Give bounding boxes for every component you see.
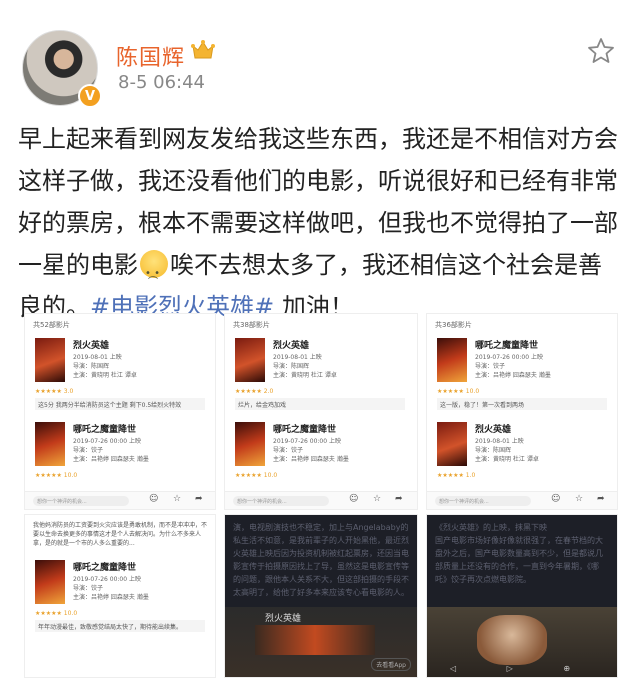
- movie-director: 导演：饺子: [73, 585, 104, 592]
- comment-input[interactable]: 想你一个神评的机会...: [233, 496, 329, 506]
- article-text: 国产电影市场好像好像就很强了，在春节档的大盘外之后，国产电影数量高到不少，但是都…: [435, 536, 603, 584]
- film-count: 共52部影片: [33, 321, 70, 329]
- comment-icon[interactable]: ☺: [551, 494, 560, 504]
- movie-date: 2019-07-26 00:00 上映: [475, 354, 543, 361]
- username[interactable]: 陈国辉: [116, 40, 185, 72]
- movie-poster: [35, 422, 65, 466]
- open-app-button[interactable]: 去看看App: [371, 658, 411, 671]
- movie-date: 2019-07-26 00:00 上映: [73, 576, 141, 583]
- movie-cast: 主演：吕艳婷 囧森瑟夫 瀚墨: [475, 372, 551, 379]
- sad-emoji-icon: [140, 250, 168, 304]
- movie-cast: 主演：黄晓明 杜江 谭卓: [273, 372, 337, 379]
- movie-date: 2019-08-01 上映: [273, 354, 322, 361]
- image-grid: 共52部影片 烈火英雄 2019-08-01 上映 导演：陈国辉 主演：黄晓明 …: [24, 313, 618, 678]
- article-top-text: 《烈火英雄》的上映，抹黑下映: [435, 523, 547, 532]
- screenshot-5[interactable]: 演，电视剧演技也不稳定，加上与Angelababy的私生活不如意，是我前辈子的人…: [224, 514, 418, 678]
- movie-review: 这5分 我两分半给消防员这个主题 剩下0.5给烈火特效: [35, 398, 205, 410]
- movie-item: 烈火英雄 2019-08-01 上映 导演：陈国辉 主演：黄晓明 杜江 谭卓 ★…: [25, 332, 215, 416]
- film-count: 共36部影片: [435, 321, 472, 329]
- comment-bar: 想你一个神评的机会... ☺ ☆ ➦: [427, 491, 617, 509]
- comment-input[interactable]: 想你一个神评的机会...: [435, 496, 531, 506]
- post-body: 早上起来看到网友发给我这些东西，我还是不相信对方会这样子做，我还没看他们的电影，…: [18, 118, 624, 328]
- movie-director: 导演：饺子: [73, 447, 104, 454]
- movie-item: 哪吒之魔童降世 2019-07-26 00:00 上映 导演：饺子 主演：吕艳婷…: [25, 416, 215, 500]
- movie-cast: 主演：黄晓明 杜江 谭卓: [475, 456, 539, 463]
- movie-director: 导演：饺子: [475, 363, 506, 370]
- movie-rating: ★★★★★ 10.0: [35, 610, 78, 617]
- movie-title: 烈火英雄: [273, 341, 310, 351]
- movie-title: 哪吒之魔童降世: [73, 563, 137, 573]
- movie-director: 导演：饺子: [273, 447, 304, 454]
- movie-rating: ★★★★★ 10.0: [437, 388, 480, 395]
- movie-rating: ★★★★★ 3.0: [35, 388, 74, 395]
- movie-date: 2019-08-01 上映: [475, 438, 524, 445]
- movie-director: 导演：陈国辉: [273, 363, 310, 370]
- movie-item: 烈火英雄 2019-08-01 上映 导演：陈国辉 主演：黄晓明 杜江 谭卓 ★…: [427, 416, 617, 500]
- movie-poster: [235, 338, 265, 382]
- screenshot-2[interactable]: 共38部影片 烈火英雄 2019-08-01 上映 导演：陈国辉 主演：黄晓明 …: [224, 313, 418, 510]
- screenshot-3[interactable]: 共36部影片 哪吒之魔童降世 2019-07-26 00:00 上映 导演：饺子…: [426, 313, 618, 510]
- article-text: 演，电视剧演技也不稳定，加上与Angelababy的私生活不如意，是我前辈子的人…: [233, 523, 409, 597]
- movie-poster: [437, 338, 467, 382]
- movie-title: 烈火英雄: [475, 425, 512, 435]
- share-icon[interactable]: ➦: [195, 494, 203, 504]
- movie-item: 烈火英雄 2019-08-01 上映 导演：陈国辉 主演：黄晓明 杜江 谭卓 ★…: [225, 332, 417, 416]
- movie-cast: 主演：吕艳婷 囧森瑟夫 瀚墨: [73, 456, 149, 463]
- screenshot-4[interactable]: 我他妈消防员的工资要到火灾应该是勇敢机制，而不是冲冲冲，不要以生命去换更多的事情…: [24, 514, 216, 678]
- movie-item: 哪吒之魔童降世 2019-07-26 00:00 上映 导演：饺子 主演：吕艳婷…: [427, 332, 617, 416]
- video-controls[interactable]: ◁ ▷ ⊕: [427, 664, 617, 673]
- movie-title: 哪吒之魔童降世: [273, 425, 337, 435]
- nezha-character: [477, 615, 547, 665]
- movie-cast: 主演：吕艳婷 囧森瑟夫 瀚墨: [73, 594, 149, 601]
- movie-date: 2019-08-01 上映: [73, 354, 122, 361]
- comment-bar: 想你一个神评的机会... ☺ ☆ ➦: [225, 491, 417, 509]
- review-text: 我他妈消防员的工资要到火灾应该是勇敢机制，而不是冲冲冲，不要以生命去换更多的事情…: [33, 522, 208, 547]
- screenshot-6[interactable]: 《烈火英雄》的上映，抹黑下映 国产电影市场好像好像就很强了，在春节档的大盘外之后…: [426, 514, 618, 678]
- movie-review: 这一版，稳了！第一次看到两场: [437, 398, 607, 410]
- comment-icon[interactable]: ☺: [149, 494, 158, 504]
- movie-rating: ★★★★★ 1.0: [437, 472, 476, 479]
- movie-rating: ★★★★★ 10.0: [35, 472, 78, 479]
- movie-rating: ★★★★★ 10.0: [235, 472, 278, 479]
- star-icon[interactable]: ☆: [373, 494, 381, 504]
- movie-rating: ★★★★★ 2.0: [235, 388, 274, 395]
- crown-badge-icon: [191, 40, 215, 59]
- comment-input[interactable]: 想你一个神评的机会...: [33, 496, 129, 506]
- post-time: 8-5 06:44: [118, 72, 205, 93]
- verified-badge-icon: V: [78, 84, 102, 108]
- movie-date: 2019-07-26 00:00 上映: [273, 438, 341, 445]
- share-icon[interactable]: ➦: [597, 494, 605, 504]
- share-icon[interactable]: ➦: [395, 494, 403, 504]
- star-outline-icon[interactable]: [586, 36, 616, 66]
- movie-poster: [235, 422, 265, 466]
- fire-scene: [255, 625, 375, 655]
- movie-date: 2019-07-26 00:00 上映: [73, 438, 141, 445]
- movie-director: 导演：陈国辉: [73, 363, 110, 370]
- star-icon[interactable]: ☆: [173, 494, 181, 504]
- movie-poster: [35, 338, 65, 382]
- comment-bar: 想你一个神评的机会... ☺ ☆ ➦: [25, 491, 215, 509]
- movie-cast: 主演：黄晓明 杜江 谭卓: [73, 372, 137, 379]
- movie-item: 哪吒之魔童降世 2019-07-26 00:00 上映 导演：饺子 主演：吕艳婷…: [25, 554, 215, 638]
- movie-review: 烂片，给金鸡加戏: [235, 398, 405, 410]
- comment-icon[interactable]: ☺: [349, 494, 358, 504]
- movie-review: 年年动漫最佳，致敬感觉结局太快了，期待能出续集。: [35, 620, 205, 632]
- film-count: 共38部影片: [233, 321, 270, 329]
- post-header: V 陈国辉 8-5 06:44: [0, 0, 640, 108]
- movie-title: 哪吒之魔童降世: [73, 425, 137, 435]
- movie-title: 烈火英雄: [73, 341, 110, 351]
- screenshot-1[interactable]: 共52部影片 烈火英雄 2019-08-01 上映 导演：陈国辉 主演：黄晓明 …: [24, 313, 216, 510]
- film-still-title: 烈火英雄: [265, 614, 302, 624]
- movie-title: 哪吒之魔童降世: [475, 341, 539, 351]
- movie-poster: [437, 422, 467, 466]
- star-icon[interactable]: ☆: [575, 494, 583, 504]
- movie-director: 导演：陈国辉: [475, 447, 512, 454]
- film-still-image: 烈火英雄 去看看App: [225, 607, 417, 677]
- movie-poster: [35, 560, 65, 604]
- movie-cast: 主演：吕艳婷 囧森瑟夫 瀚墨: [273, 456, 349, 463]
- movie-item: 哪吒之魔童降世 2019-07-26 00:00 上映 导演：饺子 主演：吕艳婷…: [225, 416, 417, 500]
